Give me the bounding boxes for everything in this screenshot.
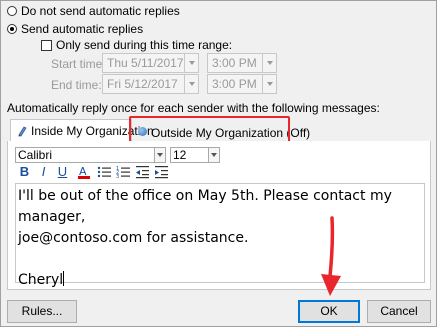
- underline-button[interactable]: U: [54, 164, 71, 180]
- start-time-label: Start time:: [51, 57, 106, 71]
- font-name-combo[interactable]: Calibri: [15, 147, 165, 163]
- end-time-dropdown[interactable]: [262, 74, 277, 94]
- font-name-dropdown[interactable]: [154, 147, 166, 163]
- message-signature-line: Cheryl: [18, 270, 424, 291]
- message-body-textarea[interactable]: I'll be out of the office on May 5th. Pl…: [15, 183, 425, 288]
- outside-tab-highlight: [129, 116, 290, 144]
- end-date-field[interactable]: Fri 5/12/2017: [102, 74, 185, 94]
- bullets-icon[interactable]: [96, 164, 113, 180]
- send-label[interactable]: Send automatic replies: [21, 22, 143, 36]
- rules-button[interactable]: Rules...: [7, 300, 77, 323]
- time-range-label[interactable]: Only send during this time range:: [56, 38, 232, 52]
- do-not-send-label[interactable]: Do not send automatic replies: [21, 4, 180, 18]
- font-size-combo[interactable]: 12: [170, 147, 210, 163]
- bold-button[interactable]: B: [16, 164, 33, 180]
- increase-indent-icon[interactable]: [153, 164, 170, 180]
- red-arrow-annotation: [321, 216, 341, 296]
- message-line-2: joe@contoso.com for assistance.: [18, 230, 249, 246]
- message-line-3: Cheryl: [18, 272, 64, 288]
- time-range-checkbox[interactable]: [41, 40, 52, 51]
- numbering-icon[interactable]: 1 2 3: [115, 164, 132, 180]
- ok-button[interactable]: OK: [298, 300, 360, 323]
- tab-inside-organization[interactable]: Inside My Organization: [10, 119, 154, 142]
- start-time-dropdown[interactable]: [262, 53, 277, 73]
- pen-icon: [18, 126, 27, 137]
- text-caret: [63, 271, 65, 286]
- start-time-field[interactable]: 3:00 PM: [207, 53, 263, 73]
- start-date-dropdown[interactable]: [184, 53, 199, 73]
- decrease-indent-icon[interactable]: [134, 164, 151, 180]
- auto-reply-label: Automatically reply once for each sender…: [7, 101, 380, 115]
- automatic-replies-dialog: Do not send automatic replies Send autom…: [0, 0, 437, 327]
- send-radio[interactable]: [7, 24, 17, 34]
- italic-button[interactable]: I: [35, 164, 52, 180]
- font-size-dropdown[interactable]: [208, 147, 220, 163]
- start-date-field[interactable]: Thu 5/11/2017: [102, 53, 185, 73]
- end-time-label: End time:: [51, 78, 102, 92]
- end-time-field[interactable]: 3:00 PM: [207, 74, 263, 94]
- end-date-dropdown[interactable]: [184, 74, 199, 94]
- cancel-button[interactable]: Cancel: [367, 300, 431, 323]
- do-not-send-radio[interactable]: [7, 6, 17, 16]
- font-color-icon[interactable]: A: [76, 164, 93, 180]
- message-line-1: I'll be out of the office on May 5th. Pl…: [18, 188, 392, 225]
- svg-text:3: 3: [116, 174, 119, 180]
